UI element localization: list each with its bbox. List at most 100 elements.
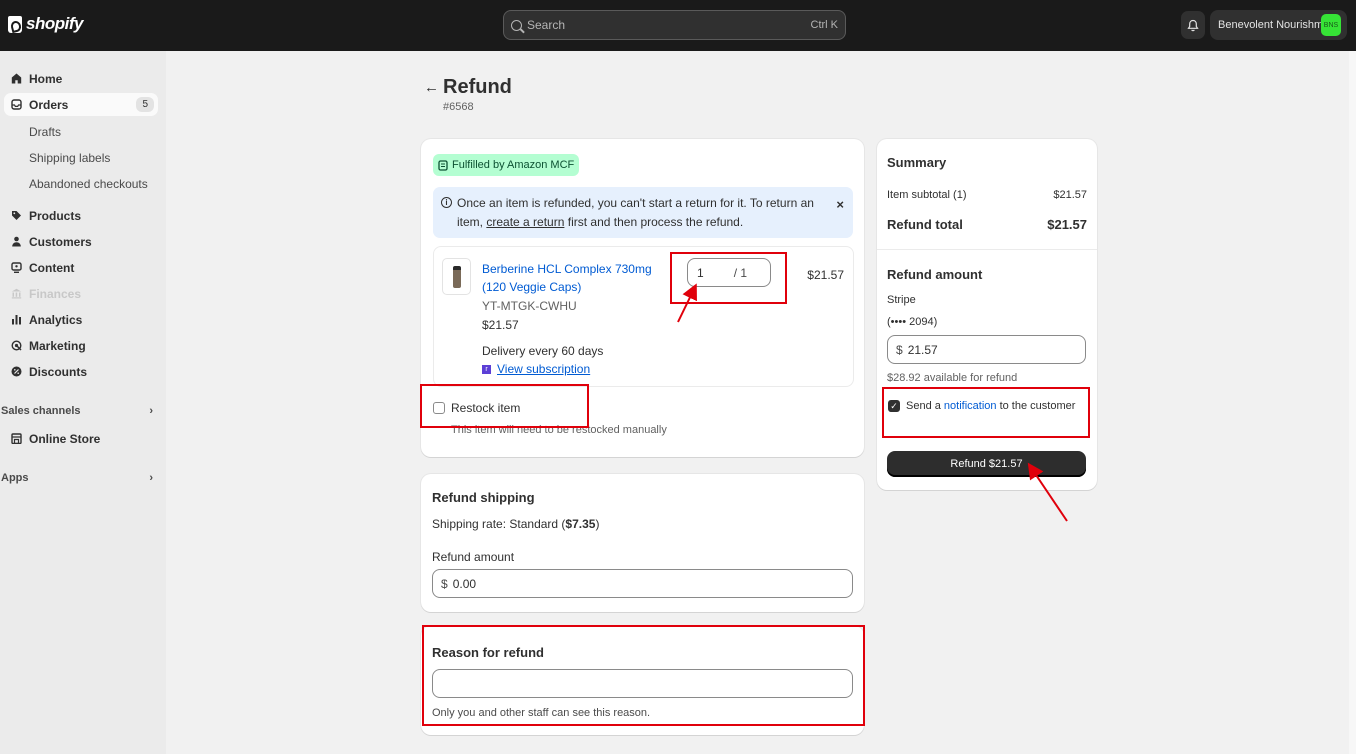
discount-icon [11, 366, 22, 377]
sidebar-item-marketing[interactable]: Marketing [4, 334, 158, 357]
sidebar-item-label: Discounts [29, 364, 88, 379]
info-icon: i [441, 197, 452, 208]
store-menu-button[interactable]: Benevolent Nourishm... BNS [1210, 10, 1347, 40]
refund-total-value: $21.57 [1047, 217, 1087, 232]
shipping-rate-value: $7.35 [565, 517, 596, 531]
refund-shipping-card: Refund shipping Shipping rate: Standard … [421, 474, 864, 612]
chevron-right-icon: › [149, 405, 153, 417]
sidebar-item-shipping-labels[interactable]: Shipping labels [29, 151, 110, 165]
shipping-rate-prefix: Shipping rate: Standard ( [432, 517, 566, 531]
view-subscription-link[interactable]: View subscription [497, 362, 590, 376]
card-last-digits: (•••• 2094) [887, 316, 938, 328]
notify-prefix: Send a [906, 400, 944, 412]
sidebar-item-abandoned-checkouts[interactable]: Abandoned checkouts [29, 177, 148, 191]
tag-icon [11, 210, 22, 221]
sidebar-item-drafts[interactable]: Drafts [29, 125, 61, 139]
line-total: $21.57 [807, 268, 844, 282]
shipping-refund-amount-input[interactable]: $ 0.00 [432, 569, 853, 598]
sales-channels-label: Sales channels [1, 405, 81, 417]
restock-help-text: This item will need to be restocked manu… [451, 424, 667, 436]
content-icon [11, 262, 22, 273]
search-bar[interactable]: Search Ctrl K [503, 10, 846, 40]
restock-checkbox-row[interactable]: Restock item [433, 401, 520, 415]
shipping-rate-suffix: ) [595, 517, 600, 531]
refund-shipping-title: Refund shipping [432, 490, 535, 505]
quantity-value: 1 [697, 265, 704, 280]
store-name: Benevolent Nourishm... [1218, 19, 1321, 31]
reason-title: Reason for refund [432, 645, 544, 660]
sidebar-item-online-store[interactable]: Online Store [4, 427, 158, 450]
top-bar: shopify Search Ctrl K Benevolent Nourish… [0, 0, 1356, 51]
bar-chart-icon [11, 314, 22, 325]
refund-button[interactable]: Refund $21.57 [887, 451, 1086, 477]
page-title: Refund [443, 76, 512, 98]
product-sku: YT-MTGK-CWHU [482, 299, 577, 313]
notify-checkbox[interactable]: ✓ [888, 400, 900, 412]
storefront-icon [11, 433, 22, 444]
sidebar-item-label: Marketing [29, 338, 86, 353]
close-icon[interactable]: × [836, 195, 844, 214]
info-banner: i Once an item is refunded, you can't st… [433, 187, 853, 238]
product-line-item: Berberine HCL Complex 730mg (120 Veggie … [433, 246, 854, 387]
delivery-frequency: Delivery every 60 days [482, 344, 604, 358]
restock-checkbox[interactable] [433, 402, 445, 414]
shopify-logo[interactable]: shopify [8, 14, 83, 34]
payment-gateway: Stripe [887, 294, 916, 306]
sidebar-item-content[interactable]: Content [4, 256, 158, 279]
refund-amount-input[interactable]: $ 21.57 [887, 335, 1086, 364]
banner-text-2: first and then process the refund. [567, 215, 744, 229]
target-icon [11, 340, 22, 351]
refund-amount-value: 21.57 [907, 342, 938, 357]
reason-card: Reason for refund Only you and other sta… [421, 626, 864, 735]
bottle-image [452, 265, 461, 288]
shopify-bag-icon [8, 15, 22, 33]
sidebar-item-label: Analytics [29, 312, 83, 327]
summary-divider [877, 249, 1097, 250]
sidebar-item-customers[interactable]: Customers [4, 230, 158, 253]
sidebar-item-analytics[interactable]: Analytics [4, 308, 158, 331]
restock-label: Restock item [451, 401, 521, 415]
sidebar-item-label: Home [29, 71, 63, 86]
back-arrow-icon[interactable]: ← [424, 79, 439, 96]
sidebar-item-label: Online Store [29, 431, 101, 446]
item-subtotal-value: $21.57 [1053, 189, 1087, 201]
sidebar-item-label: Orders [29, 97, 69, 112]
home-icon [11, 73, 22, 84]
summary-title: Summary [887, 155, 947, 170]
notifications-button[interactable] [1181, 11, 1205, 39]
subscription-row: r View subscription [482, 362, 590, 376]
bell-icon [1187, 19, 1199, 31]
sidebar-item-label: Content [29, 260, 75, 275]
sidebar-item-home[interactable]: Home [4, 67, 158, 90]
sidebar-sales-channels[interactable]: Sales channels › [1, 405, 155, 417]
reason-input[interactable] [432, 669, 853, 698]
available-for-refund: $28.92 available for refund [887, 372, 1018, 384]
notification-link[interactable]: notification [944, 400, 997, 412]
subscription-app-icon: r [482, 364, 491, 374]
product-unit-price: $21.57 [482, 318, 519, 332]
quantity-input[interactable]: 1 / 1 [687, 258, 771, 287]
inbox-icon [11, 99, 22, 110]
sidebar-item-label: Customers [29, 234, 92, 249]
logo-text: shopify [26, 14, 83, 33]
order-number: #6568 [443, 101, 474, 113]
sidebar-item-orders[interactable]: Orders 5 [4, 93, 158, 116]
product-name-link[interactable]: Berberine HCL Complex 730mg (120 Veggie … [482, 260, 657, 296]
store-avatar: BNS [1321, 14, 1341, 36]
summary-card: Summary Item subtotal (1) $21.57 Refund … [877, 139, 1097, 490]
sidebar-apps[interactable]: Apps › [1, 472, 155, 484]
item-subtotal-label: Item subtotal (1) [887, 189, 967, 201]
sidebar-item-products[interactable]: Products [4, 204, 158, 227]
fulfillment-badge-label: Fulfilled by Amazon MCF [452, 159, 575, 171]
search-icon [511, 19, 522, 31]
page-scrollbar[interactable] [1349, 51, 1356, 754]
shipping-amount-label: Refund amount [432, 550, 515, 564]
sidebar-item-label: Products [29, 208, 82, 223]
search-placeholder: Search [527, 18, 566, 32]
create-return-link[interactable]: create a return [486, 215, 564, 229]
notify-suffix: to the customer [996, 400, 1076, 412]
orders-count-badge: 5 [136, 97, 154, 112]
notify-customer-row[interactable]: ✓ Send a notification to the customer [888, 400, 1075, 412]
currency-prefix: $ [441, 576, 448, 591]
sidebar-item-discounts[interactable]: Discounts [4, 360, 158, 383]
